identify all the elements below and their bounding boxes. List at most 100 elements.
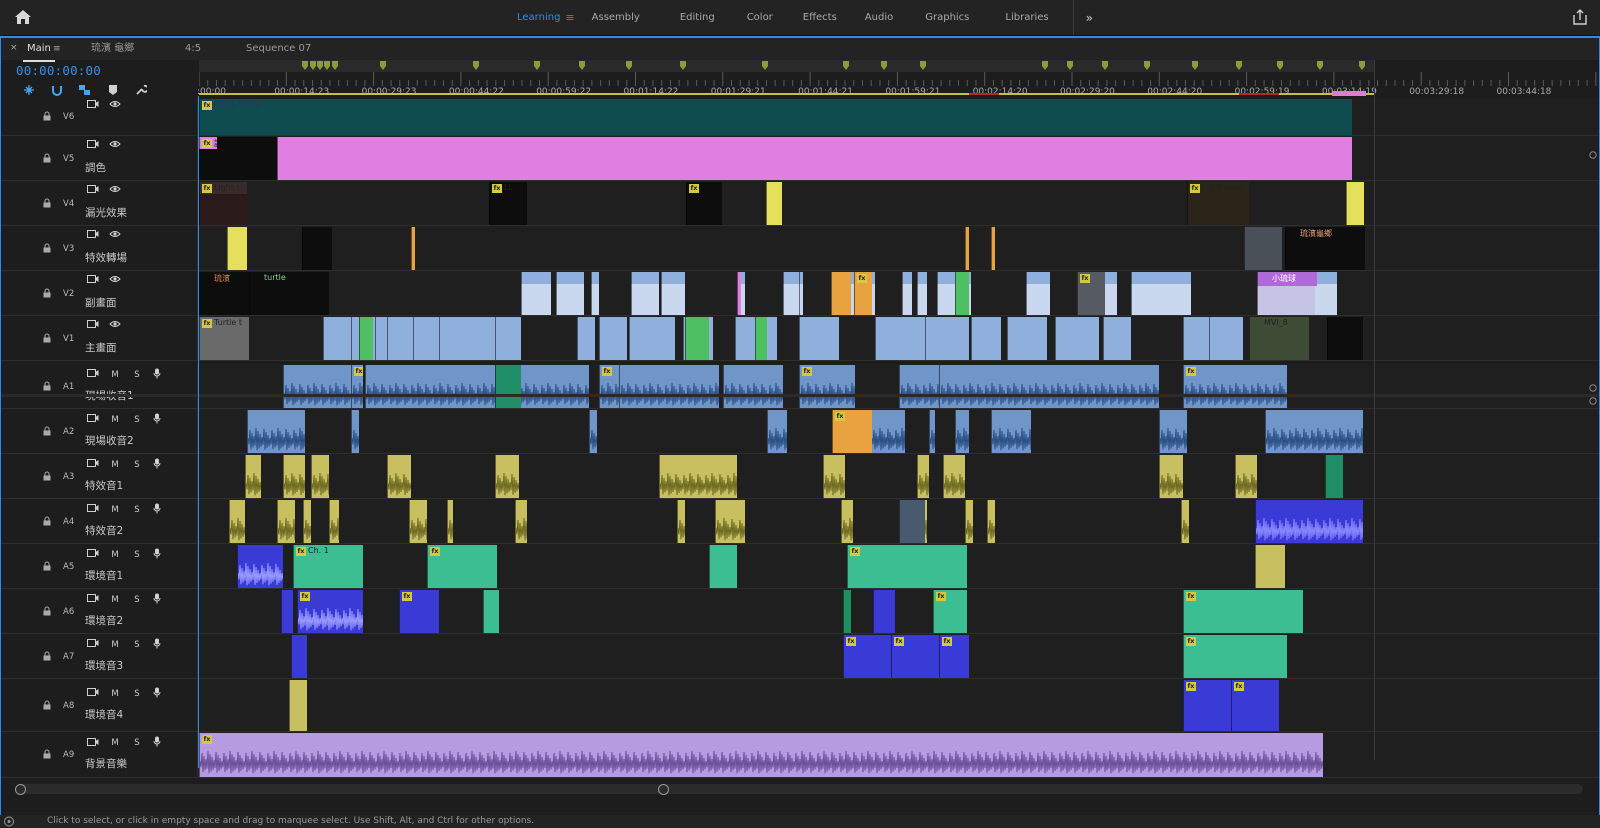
solo-button[interactable]: S: [131, 640, 143, 650]
solo-button[interactable]: S: [131, 460, 143, 470]
track-lane-v4[interactable]: fx Light Lfx LL fx fx Light Leak: [199, 181, 1599, 225]
track-lane-v6[interactable]: fx Black Video: [199, 98, 1599, 135]
track-header-a7[interactable]: A7 MS 環境音3: [1, 634, 198, 678]
audio-clip-a4-2[interactable]: [303, 500, 311, 543]
clip-adjust-v4[interactable]: [766, 182, 782, 225]
mute-button[interactable]: M: [109, 640, 121, 650]
workspace-tab-libraries[interactable]: Libraries: [987, 0, 1074, 35]
clip-v1-14[interactable]: [799, 317, 839, 360]
audio-clip-a5-3[interactable]: [709, 545, 737, 588]
clip-v1-6[interactable]: [439, 317, 495, 360]
track-header-a1[interactable]: A1 MS 現場收音1: [1, 364, 198, 408]
clip-color-label[interactable]: fx調色: [199, 137, 217, 149]
toggle-sync-lock-icon[interactable]: [87, 369, 99, 380]
audio-clip-background-music[interactable]: fx: [199, 733, 1323, 777]
clip-light-leak-4[interactable]: fx Light Leak: [1187, 182, 1249, 225]
clip-v2-photo[interactable]: fx: [1077, 272, 1105, 315]
track-header-a4[interactable]: A4 MS 特效音2: [1, 499, 198, 543]
clip-transition-5[interactable]: [991, 227, 995, 270]
audio-clip-a3-7[interactable]: [917, 455, 929, 498]
audio-clip-a6-1[interactable]: fx: [297, 590, 363, 633]
clip-v2-0[interactable]: [521, 272, 551, 315]
clip-v2-4[interactable]: [661, 272, 685, 315]
eye-icon[interactable]: [109, 320, 121, 331]
clip-v2-10[interactable]: [902, 272, 912, 315]
solo-button[interactable]: S: [131, 415, 143, 425]
clip-v2-2[interactable]: [591, 272, 599, 315]
workspace-menu-icon[interactable]: ≡: [565, 11, 574, 24]
lock-icon[interactable]: [42, 700, 52, 710]
toggle-sync-lock-icon[interactable]: [87, 100, 99, 111]
audio-clip-a7-0[interactable]: [291, 635, 307, 678]
clip-black-video[interactable]: fx Black Video: [199, 99, 1352, 135]
clip-v2-3[interactable]: [631, 272, 659, 315]
lock-icon[interactable]: [42, 111, 52, 121]
close-tab-icon[interactable]: ×: [10, 43, 18, 53]
audio-clip-a1-9[interactable]: [939, 365, 1159, 408]
track-lane-a7[interactable]: fx fx fx fx: [199, 634, 1599, 678]
track-id[interactable]: V5: [63, 154, 74, 164]
audio-clip-a3-1[interactable]: [283, 455, 305, 498]
clip-v2-1[interactable]: [556, 272, 584, 315]
time-ruler[interactable]: :00:00 00:00:14:23 00:00:29:23 00:00:44:22 0…: [197, 60, 1597, 98]
audio-clip-a1-5[interactable]: [619, 365, 719, 408]
solo-button[interactable]: S: [131, 689, 143, 699]
audio-clip-a4-8[interactable]: [715, 500, 745, 543]
clip-v2-orange-2[interactable]: fx: [854, 272, 872, 315]
clip-light-leak-1[interactable]: fx Light L: [199, 182, 247, 225]
toggle-sync-lock-icon[interactable]: [87, 504, 99, 515]
mute-button[interactable]: M: [109, 550, 121, 560]
vertical-scrollbar[interactable]: [1589, 98, 1597, 787]
solo-button[interactable]: S: [131, 505, 143, 515]
clip-v2-orange[interactable]: [831, 272, 851, 315]
audio-clip-a1-0[interactable]: [283, 365, 351, 408]
audio-clip-a7-2[interactable]: fx: [891, 635, 939, 678]
track-header-a3[interactable]: A3 MS 特效音1: [1, 454, 198, 498]
track-id[interactable]: V4: [63, 199, 74, 209]
track-id[interactable]: V3: [63, 244, 74, 254]
horizontal-scrollbar[interactable]: [15, 784, 1583, 795]
audio-clip-a5-5[interactable]: [1255, 545, 1285, 588]
audio-clip-a2-7[interactable]: [955, 410, 969, 453]
track-lane-a1[interactable]: fx fx fx fx: [199, 364, 1599, 408]
audio-clip-a4-7[interactable]: [677, 500, 685, 543]
lock-icon[interactable]: [42, 426, 52, 436]
track-lane-a6[interactable]: fx fx fx fx: [199, 589, 1599, 633]
track-lane-a4[interactable]: [199, 499, 1599, 543]
clip-v1-green-2[interactable]: [685, 317, 709, 360]
microphone-icon[interactable]: [153, 503, 161, 517]
track-header-v3[interactable]: V3 特效轉場: [1, 226, 198, 270]
audio-clip-a8-2[interactable]: fx: [1231, 680, 1279, 731]
clip-v1-green-1[interactable]: [359, 317, 373, 360]
track-id[interactable]: V6: [63, 112, 74, 122]
more-workspaces-icon[interactable]: »: [1074, 11, 1105, 25]
audio-clip-a4-0[interactable]: [229, 500, 245, 543]
clip-v2-pink[interactable]: [737, 272, 741, 315]
audio-clip-a1-10[interactable]: fx: [1183, 365, 1287, 408]
workspace-tab-graphics[interactable]: Graphics: [913, 0, 987, 35]
lock-icon[interactable]: [42, 288, 52, 298]
add-marker-icon[interactable]: [99, 82, 127, 98]
audio-clip-a4-9[interactable]: [841, 500, 853, 543]
lock-icon[interactable]: [42, 516, 52, 526]
workspace-tab-editing[interactable]: Editing: [651, 0, 739, 35]
audio-clip-a1-green[interactable]: [495, 365, 521, 408]
audio-clip-a4-3[interactable]: [329, 500, 339, 543]
audio-clip-a6-5[interactable]: [873, 590, 895, 633]
toggle-sync-lock-icon[interactable]: [87, 594, 99, 605]
clip-transition-1[interactable]: [227, 227, 247, 270]
toggle-sync-lock-icon[interactable]: [87, 459, 99, 470]
audio-clip-a3-3[interactable]: [387, 455, 411, 498]
audio-clip-a6-4[interactable]: [843, 590, 851, 633]
eye-icon[interactable]: [109, 100, 121, 111]
audio-clip-a2-0[interactable]: [247, 410, 305, 453]
audio-clip-a6-0[interactable]: [281, 590, 293, 633]
microphone-icon[interactable]: [153, 413, 161, 427]
microphone-icon[interactable]: [153, 368, 161, 382]
clip-v2-7[interactable]: [799, 272, 803, 315]
audio-clip-a6-3[interactable]: [483, 590, 499, 633]
audio-clip-a3-4[interactable]: [495, 455, 519, 498]
track-header-v6[interactable]: V6: [1, 98, 198, 135]
clip-v1-black-end[interactable]: [1327, 317, 1363, 360]
clip-mvi-8[interactable]: MVI_8: [1249, 317, 1309, 360]
